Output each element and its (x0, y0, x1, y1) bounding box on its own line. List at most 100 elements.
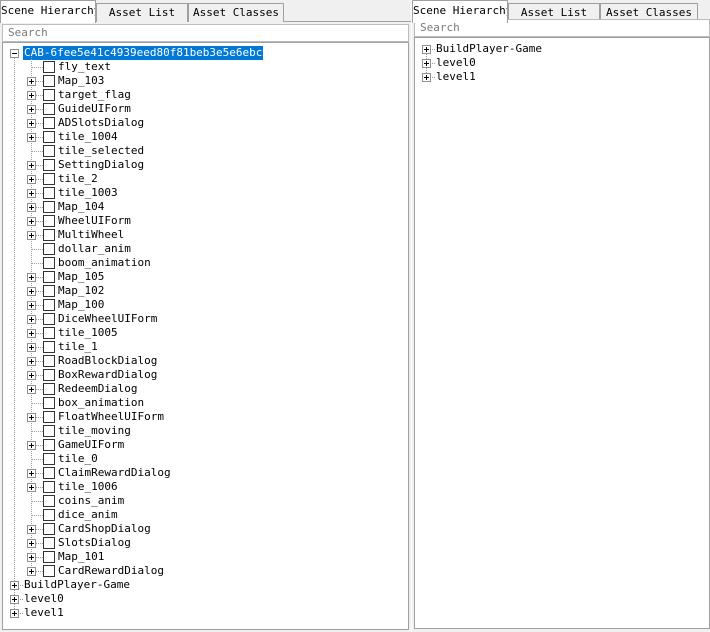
tree-node-row[interactable]: tile_2 (3, 172, 403, 186)
expand-icon[interactable] (10, 609, 19, 618)
node-checkbox[interactable] (43, 159, 55, 171)
expand-icon[interactable] (27, 77, 36, 86)
tree-node-row[interactable]: CardRewardDialog (3, 564, 403, 578)
expand-icon[interactable] (27, 161, 36, 170)
tree-node-row[interactable]: WheelUIForm (3, 214, 403, 228)
expand-icon[interactable] (27, 539, 36, 548)
tree-node-row[interactable]: tile_1005 (3, 326, 403, 340)
search-input[interactable]: Search (2, 24, 409, 42)
node-checkbox[interactable] (43, 453, 55, 465)
node-checkbox[interactable] (43, 215, 55, 227)
tree-node-row[interactable]: level0 (415, 56, 705, 70)
tree-node-row[interactable]: SlotsDialog (3, 536, 403, 550)
expand-icon[interactable] (27, 469, 36, 478)
expand-icon[interactable] (27, 301, 36, 310)
node-checkbox[interactable] (43, 439, 55, 451)
node-checkbox[interactable] (43, 425, 55, 437)
tree-node-row[interactable]: Map_101 (3, 550, 403, 564)
tree-node-row[interactable]: dollar_anim (3, 242, 403, 256)
expand-icon[interactable] (27, 343, 36, 352)
node-checkbox[interactable] (43, 117, 55, 129)
node-checkbox[interactable] (43, 299, 55, 311)
expand-icon[interactable] (27, 91, 36, 100)
tree-node-row[interactable]: level1 (415, 70, 705, 84)
expand-icon[interactable] (422, 45, 431, 54)
expand-icon[interactable] (422, 59, 431, 68)
node-checkbox[interactable] (43, 397, 55, 409)
tree-node-row[interactable]: DiceWheelUIForm (3, 312, 403, 326)
collapse-icon[interactable] (10, 49, 19, 58)
node-checkbox[interactable] (43, 285, 55, 297)
node-checkbox[interactable] (43, 369, 55, 381)
expand-icon[interactable] (27, 483, 36, 492)
tree-node-row[interactable]: tile_selected (3, 144, 403, 158)
node-checkbox[interactable] (43, 523, 55, 535)
expand-icon[interactable] (27, 217, 36, 226)
tree-node-row[interactable]: Map_104 (3, 200, 403, 214)
node-checkbox[interactable] (43, 243, 55, 255)
node-checkbox[interactable] (43, 131, 55, 143)
tree-node-row[interactable]: target_flag (3, 88, 403, 102)
node-checkbox[interactable] (43, 467, 55, 479)
expand-icon[interactable] (27, 189, 36, 198)
node-checkbox[interactable] (43, 173, 55, 185)
tree-node-row[interactable]: tile_1003 (3, 186, 403, 200)
tree-node-row[interactable]: BoxRewardDialog (3, 368, 403, 382)
tree-node-row[interactable]: ADSlotsDialog (3, 116, 403, 130)
tree-node-row[interactable]: tile_moving (3, 424, 403, 438)
tree-node-row[interactable]: tile_1006 (3, 480, 403, 494)
node-checkbox[interactable] (43, 229, 55, 241)
tree-node-row[interactable]: tile_0 (3, 452, 403, 466)
expand-icon[interactable] (10, 581, 19, 590)
node-checkbox[interactable] (43, 481, 55, 493)
expand-icon[interactable] (27, 567, 36, 576)
node-checkbox[interactable] (43, 89, 55, 101)
node-checkbox[interactable] (43, 341, 55, 353)
node-checkbox[interactable] (43, 313, 55, 325)
node-checkbox[interactable] (43, 201, 55, 213)
tab-scene-hierarchy[interactable]: Scene Hierarchy (0, 0, 96, 23)
tab-asset-classes[interactable]: Asset Classes (188, 3, 284, 22)
tree-node-row[interactable]: Map_103 (3, 74, 403, 88)
node-checkbox[interactable] (43, 257, 55, 269)
tree-node-row[interactable]: level1 (3, 606, 403, 620)
node-checkbox[interactable] (43, 145, 55, 157)
tree-node-row[interactable]: tile_1 (3, 340, 403, 354)
node-checkbox[interactable] (43, 103, 55, 115)
tree-node-row[interactable]: RoadBlockDialog (3, 354, 403, 368)
tree-node-row[interactable]: Map_105 (3, 270, 403, 284)
node-checkbox[interactable] (43, 61, 55, 73)
tab-asset-list[interactable]: Asset List (96, 3, 188, 22)
expand-icon[interactable] (27, 441, 36, 450)
tree-node-row[interactable]: coins_anim (3, 494, 403, 508)
node-checkbox[interactable] (43, 411, 55, 423)
tree-node-row[interactable]: box_animation (3, 396, 403, 410)
expand-icon[interactable] (27, 553, 36, 562)
tree-node-row[interactable]: SettingDialog (3, 158, 403, 172)
tree-node-row[interactable]: boom_animation (3, 256, 403, 270)
node-checkbox[interactable] (43, 537, 55, 549)
tree-node-row[interactable]: MultiWheel (3, 228, 403, 242)
node-checkbox[interactable] (43, 509, 55, 521)
expand-icon[interactable] (10, 595, 19, 604)
expand-icon[interactable] (27, 413, 36, 422)
tree-node-row[interactable]: BuildPlayer-Game (415, 42, 705, 56)
scene-tree[interactable]: BuildPlayer-Game level0 level1 (414, 37, 710, 629)
tree-node-row[interactable]: CardShopDialog (3, 522, 403, 536)
expand-icon[interactable] (27, 329, 36, 338)
expand-icon[interactable] (27, 315, 36, 324)
node-checkbox[interactable] (43, 551, 55, 563)
expand-icon[interactable] (27, 273, 36, 282)
expand-icon[interactable] (27, 231, 36, 240)
node-checkbox[interactable] (43, 187, 55, 199)
tree-node-row[interactable]: tile_1004 (3, 130, 403, 144)
tree-node-row[interactable]: level0 (3, 592, 403, 606)
tree-node-row[interactable]: Map_100 (3, 298, 403, 312)
node-checkbox[interactable] (43, 355, 55, 367)
expand-icon[interactable] (27, 287, 36, 296)
tree-node-row[interactable]: BuildPlayer-Game (3, 578, 403, 592)
tree-node-row[interactable]: ClaimRewardDialog (3, 466, 403, 480)
node-checkbox[interactable] (43, 75, 55, 87)
node-checkbox[interactable] (43, 383, 55, 395)
tree-node-row[interactable]: GameUIForm (3, 438, 403, 452)
